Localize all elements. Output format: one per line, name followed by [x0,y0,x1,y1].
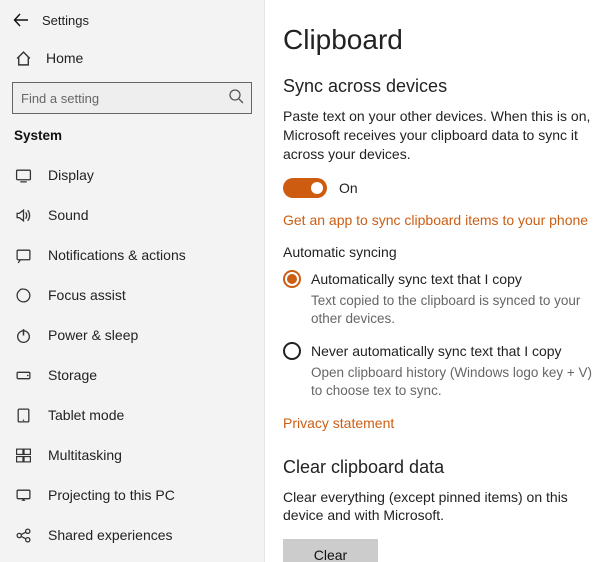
storage-icon [14,367,32,384]
radio-unselected-icon [283,342,301,360]
page-title: Clipboard [283,24,600,56]
search-icon [228,88,244,109]
sidebar-item-label: Power & sleep [48,327,138,343]
clear-button[interactable]: Clear [283,539,378,562]
clear-description: Clear everything (except pinned items) o… [283,488,600,526]
power-icon [14,327,32,344]
sidebar-item-label: Display [48,167,94,183]
projecting-icon [14,487,32,504]
sidebar-item-label: Tablet mode [48,407,124,423]
sidebar-item-label: Projecting to this PC [48,487,175,503]
sidebar-item-label: Sound [48,207,88,223]
multitasking-icon [14,447,32,464]
home-label: Home [46,50,83,66]
sidebar-item-label: Focus assist [48,287,126,303]
sidebar-item-display[interactable]: Display [0,155,264,195]
radio-auto-sync[interactable]: Automatically sync text that I copy [283,270,600,288]
sync-toggle-row: On [283,178,600,198]
sync-description: Paste text on your other devices. When t… [283,107,600,164]
sidebar-item-clipboard[interactable]: Clipboard [0,555,264,562]
sidebar-item-sound[interactable]: Sound [0,195,264,235]
back-button[interactable] [6,5,36,35]
sync-heading: Sync across devices [283,76,600,97]
settings-title: Settings [42,13,89,28]
sidebar-item-label: Multitasking [48,447,122,463]
sidebar-item-tablet[interactable]: Tablet mode [0,395,264,435]
tablet-icon [14,407,32,424]
sidebar-list: Display Sound Notifications & actions Fo… [0,155,264,562]
sync-toggle-label: On [339,180,358,196]
radio-label: Automatically sync text that I copy [311,271,522,287]
sidebar-item-focus[interactable]: Focus assist [0,275,264,315]
radio-never-sync[interactable]: Never automatically sync text that I cop… [283,342,600,360]
sound-icon [14,207,32,224]
sidebar-item-notifications[interactable]: Notifications & actions [0,235,264,275]
sidebar-item-projecting[interactable]: Projecting to this PC [0,475,264,515]
sidebar-item-label: Storage [48,367,97,383]
sidebar-item-label: Shared experiences [48,527,173,543]
sidebar-item-home[interactable]: Home [0,40,264,76]
sidebar: Settings Home System Display Sound Notif… [0,0,265,562]
sidebar-group-label: System [0,124,264,155]
sidebar-item-multitasking[interactable]: Multitasking [0,435,264,475]
radio-label: Never automatically sync text that I cop… [311,343,562,359]
notifications-icon [14,247,32,264]
clear-heading: Clear clipboard data [283,457,600,478]
sidebar-header: Settings [0,0,264,40]
home-icon [14,50,32,67]
focus-assist-icon [14,287,32,304]
sidebar-item-label: Notifications & actions [48,247,186,263]
radio-auto-desc: Text copied to the clipboard is synced t… [311,292,600,328]
search-container [12,82,252,114]
sidebar-item-shared[interactable]: Shared experiences [0,515,264,555]
sidebar-item-storage[interactable]: Storage [0,355,264,395]
shared-experiences-icon [14,527,32,544]
main-content: Clipboard Sync across devices Paste text… [265,0,600,562]
sidebar-item-power[interactable]: Power & sleep [0,315,264,355]
radio-selected-icon [283,270,301,288]
display-icon [14,167,32,184]
sync-toggle[interactable] [283,178,327,198]
privacy-link[interactable]: Privacy statement [283,415,394,431]
get-app-link[interactable]: Get an app to sync clipboard items to yo… [283,212,588,228]
search-input[interactable] [12,82,252,114]
radio-never-desc: Open clipboard history (Windows logo key… [311,364,600,400]
auto-sync-heading: Automatic syncing [283,244,600,260]
arrow-left-icon [13,12,29,28]
